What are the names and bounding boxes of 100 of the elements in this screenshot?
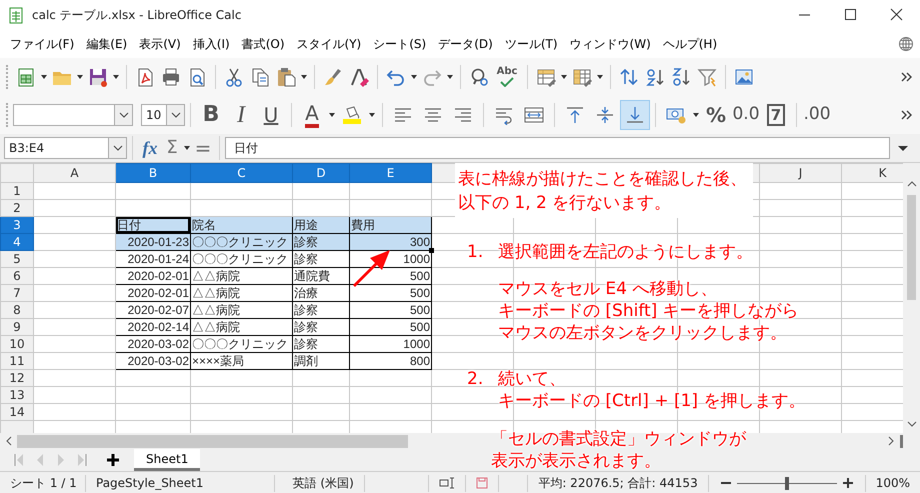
table-cell: 2020-03-02 <box>116 352 190 370</box>
table-cell: 〇〇〇クリニック <box>190 336 292 352</box>
globe-icon[interactable] <box>898 36 914 52</box>
selection-mode-icon[interactable] <box>439 477 456 489</box>
row-header[interactable]: 10 <box>0 336 34 352</box>
row-header[interactable]: 14 <box>0 404 34 420</box>
column-header[interactable]: B <box>116 164 190 182</box>
table-cell: 300 <box>350 234 432 250</box>
bold-button[interactable]: B <box>196 100 226 130</box>
selection-summary: 平均: 22076.5; 合計: 44153 <box>538 475 698 492</box>
row-header[interactable]: 8 <box>0 302 34 318</box>
table-cell: △△病院 <box>190 284 292 302</box>
menu-item[interactable]: ヘルプ(H) <box>656 35 724 53</box>
step-number: 1. <box>466 241 484 263</box>
table-cell: 2020-02-14 <box>116 318 190 336</box>
page-style: PageStyle_Sheet1 <box>96 475 204 492</box>
row-header[interactable]: 5 <box>0 250 34 268</box>
sheet-tab[interactable]: Sheet1 <box>134 449 200 471</box>
spelling-button[interactable]: Abc <box>492 64 522 90</box>
fill-handle[interactable] <box>429 248 434 253</box>
column-header[interactable]: D <box>292 164 350 182</box>
align-bottom-icon[interactable] <box>620 100 650 130</box>
column-header[interactable]: K <box>842 164 903 182</box>
function-wizard-button[interactable]: fx <box>138 136 162 160</box>
row-header[interactable]: 7 <box>0 284 34 302</box>
sum-button[interactable]: Σ <box>162 136 182 160</box>
row-header[interactable]: 2 <box>0 200 34 216</box>
scrollbar-thumb[interactable] <box>907 195 916 300</box>
table-cell: △△病院 <box>190 302 292 318</box>
table-cell: △△病院 <box>190 268 292 284</box>
caret-icon[interactable] <box>118 112 128 118</box>
row-header[interactable]: 1 <box>0 182 34 200</box>
menu-item[interactable]: 書式(O) <box>236 35 291 53</box>
table-cell: △△病院 <box>190 318 292 336</box>
menu-item[interactable]: シート(S) <box>367 35 432 53</box>
table-cell: 診察 <box>292 318 350 336</box>
menu-item[interactable]: ツール(T) <box>498 35 564 53</box>
scrollbar-thumb[interactable] <box>17 434 408 448</box>
menu-item[interactable]: 挿入(I) <box>186 35 236 53</box>
row-header[interactable]: 11 <box>0 352 34 370</box>
annotation-text: 選択範囲を左記のようにします。 <box>498 241 753 263</box>
slider-thumb[interactable] <box>784 476 789 490</box>
table-cell: 2020-01-24 <box>116 250 190 268</box>
table-cell: 〇〇〇クリニック <box>190 250 292 268</box>
annotation-text: キーボードの [Shift] キーを押しながら <box>498 300 799 322</box>
row-header[interactable]: 3 <box>0 216 34 234</box>
annotation-text: マウスをセル E4 へ移動し、 <box>498 278 718 300</box>
table-cell: 〇〇〇クリニック <box>190 234 292 250</box>
language: 英語 (米国) <box>292 475 354 492</box>
menu-item[interactable]: ファイル(F) <box>4 35 80 53</box>
row-header[interactable]: 6 <box>0 268 34 284</box>
menu-item[interactable]: 表示(V) <box>133 35 187 53</box>
menu-item[interactable]: 編集(E) <box>80 35 134 53</box>
font-color-button[interactable]: A <box>297 100 327 130</box>
table-cell: 2020-02-07 <box>116 302 190 318</box>
table-cell: 用途 <box>292 216 350 234</box>
table-cell: 院名 <box>190 216 292 234</box>
menu-item[interactable]: ウィンドウ(W) <box>564 35 657 53</box>
row-header[interactable]: 9 <box>0 318 34 336</box>
document-modified-icon <box>476 477 488 489</box>
underline-button[interactable]: U <box>256 100 286 130</box>
table-cell: 診察 <box>292 302 350 318</box>
column-header[interactable]: J <box>760 164 842 182</box>
menu-item[interactable]: データ(D) <box>432 35 499 53</box>
zoom-level: 100% <box>876 475 910 492</box>
annotation-text: 表に枠線が描けたことを確認した後、 <box>458 168 747 191</box>
number-button[interactable]: 0.0 <box>731 100 761 130</box>
column-header[interactable]: C <box>190 164 292 182</box>
annotation-text: 「セルの書式設定」ウィンドウが <box>491 428 746 450</box>
checkmark-icon <box>499 76 515 86</box>
row-header[interactable]: 12 <box>0 370 34 386</box>
table-cell: 調剤 <box>292 352 350 370</box>
annotation-text: キーボードの [Ctrl] + [1] を押します。 <box>498 390 806 412</box>
table-cell: 通院費 <box>292 268 350 284</box>
annotation-text: マウスの左ボタンをクリックします。 <box>498 322 787 344</box>
font-size-field[interactable]: 10 <box>141 104 185 126</box>
standard-button[interactable]: 7 <box>761 100 791 130</box>
column-header[interactable]: A <box>34 164 116 182</box>
add-decimal-button[interactable]: .00 <box>802 100 832 130</box>
caret-icon[interactable] <box>170 112 180 118</box>
menu-item[interactable]: スタイル(Y) <box>290 35 368 53</box>
font-name-field[interactable] <box>13 104 133 126</box>
percent-button[interactable]: % <box>701 100 731 130</box>
sheet-count: シート 1 / 1 <box>10 475 77 492</box>
annotation-text: 続いて、 <box>498 368 566 390</box>
formula-button[interactable]: = <box>192 136 214 160</box>
column-header[interactable]: E <box>350 164 432 182</box>
annotation-text: 表示が表示されます。 <box>491 450 661 472</box>
step-number: 2. <box>466 368 484 390</box>
name-box[interactable]: B3:E4 <box>4 137 127 159</box>
caret-icon[interactable] <box>112 145 122 151</box>
formula-input-field[interactable]: 日付 <box>225 137 890 159</box>
splitter-handle[interactable] <box>900 434 903 448</box>
row-header[interactable]: 4 <box>0 234 34 250</box>
row-header[interactable]: 13 <box>0 386 34 404</box>
table-cell: 2020-01-23 <box>116 234 190 250</box>
table-cell: 費用 <box>350 216 432 234</box>
table-cell: 診察 <box>292 250 350 268</box>
spreadsheet-app-icon <box>8 6 24 24</box>
italic-button[interactable]: I <box>226 100 256 130</box>
